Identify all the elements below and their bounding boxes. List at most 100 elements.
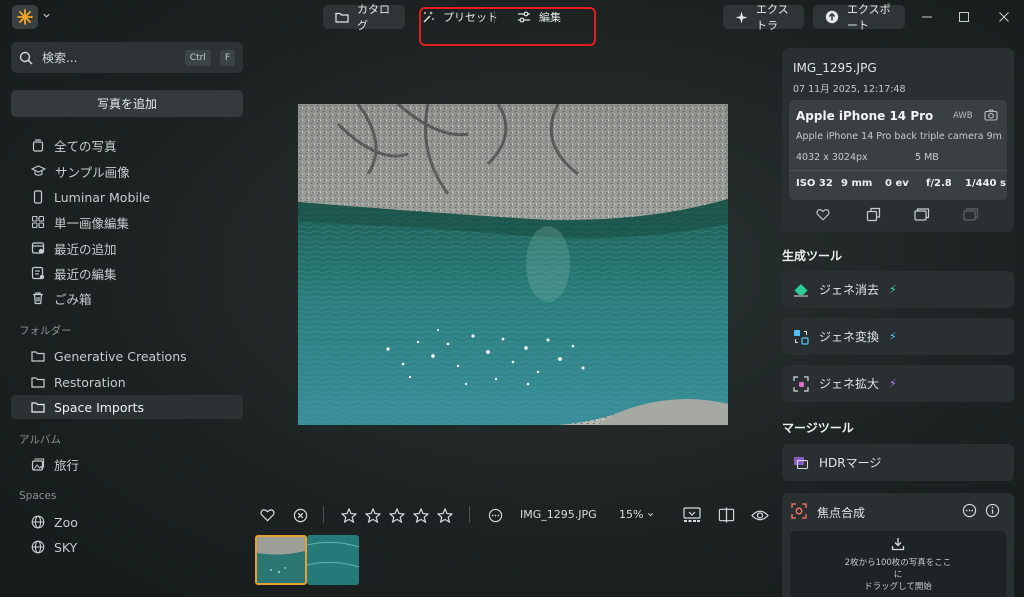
sidebar-item-all-photos[interactable]: 全ての写真 (11, 133, 243, 157)
highlight-annotation (419, 7, 596, 46)
exif-divider (789, 170, 1007, 171)
upload-circle-icon (825, 10, 839, 24)
sidebar-folder-space-imports[interactable]: Space Imports (11, 395, 243, 419)
rating-star-3-icon[interactable] (387, 505, 407, 525)
search-placeholder[interactable]: 検索... (42, 49, 176, 66)
sidebar-item-label: 全ての写真 (54, 138, 117, 154)
shortcut-ctrl: Ctrl (184, 49, 211, 66)
sparkle-icon (735, 10, 748, 24)
thumbnail-image (307, 535, 359, 585)
generative-tools-title: 生成ツール (782, 249, 843, 263)
sidebar-folder-generative-creations[interactable]: Generative Creations (11, 344, 243, 368)
globe-icon (31, 515, 45, 529)
photos-icon (31, 138, 45, 152)
folder-icon (335, 11, 349, 23)
sidebar-space-sky[interactable]: SKY (11, 535, 243, 559)
main-photo[interactable] (298, 104, 728, 425)
zoom-value: 15% (619, 508, 644, 521)
minimize-icon[interactable] (918, 8, 936, 26)
more-options-icon[interactable] (962, 503, 977, 518)
favorite-heart-icon[interactable] (257, 505, 277, 525)
rating-star-5-icon[interactable] (435, 505, 455, 525)
sidebar-item-label: Zoo (54, 514, 78, 530)
sidebar-item-recently-edited[interactable]: 最近の編集 (11, 261, 243, 285)
search-icon (19, 51, 33, 65)
eye-preview-icon[interactable] (750, 505, 770, 525)
sidebar-item-single-image-edits[interactable]: 単一画像編集 (11, 210, 243, 234)
photo-image (298, 104, 728, 425)
gen-swap-label: ジェネ変換 (819, 330, 880, 344)
duplicate-icon[interactable] (866, 207, 881, 222)
bolt-icon: ⚡ (889, 330, 897, 343)
info-icon[interactable] (985, 503, 1000, 518)
sidebar-item-label: SKY (54, 539, 78, 555)
more-options-icon[interactable] (485, 505, 505, 525)
drop-zone[interactable]: 2枚から100枚の写真をここ に ドラッグして開始 (790, 531, 1006, 597)
sidebar-album-travel[interactable]: 旅行 (11, 452, 243, 476)
gen-erase-label: ジェネ消去 (819, 283, 880, 297)
zoom-dropdown[interactable]: 15% (619, 508, 654, 521)
grid-icon (31, 215, 45, 229)
chevron-down-icon[interactable] (42, 11, 51, 20)
maximize-icon[interactable] (955, 8, 973, 26)
filmstrip-toggle-icon[interactable] (682, 505, 702, 525)
rating-star-2-icon[interactable] (363, 505, 383, 525)
sidebar-item-label: サンプル画像 (55, 164, 130, 180)
rating-star-4-icon[interactable] (411, 505, 431, 525)
spaces-section-label: Spaces (19, 490, 57, 502)
add-photos-button[interactable]: 写真を追加 (11, 90, 243, 117)
filmstrip-thumbnail[interactable] (255, 535, 307, 585)
albums-section-label: アルバム (19, 434, 61, 446)
gen-expand-button[interactable]: ジェネ拡大 ⚡ (782, 365, 1014, 402)
toolbar-divider (469, 506, 470, 523)
sidebar-item-label: ごみ箱 (54, 291, 92, 307)
extras-button[interactable]: エクストラ (723, 3, 804, 32)
sidebar-item-recently-added[interactable]: 最近の追加 (11, 236, 243, 260)
info-filename: IMG_1295.JPG (793, 61, 877, 75)
focus-target-icon (791, 503, 807, 519)
export-button[interactable]: エクスポート (813, 3, 905, 32)
info-heart-icon[interactable] (816, 208, 830, 221)
viewer-filename: IMG_1295.JPG (520, 508, 597, 521)
sunburst-logo-icon (17, 9, 33, 25)
sidebar-item-luminar-mobile[interactable]: Luminar Mobile (11, 185, 243, 209)
filmstrip-thumbnail[interactable] (307, 535, 359, 585)
expand-icon (793, 375, 809, 392)
sidebar-item-sample-images[interactable]: サンプル画像 (11, 159, 243, 183)
recent-edited-icon (31, 266, 45, 280)
export-label: エクスポート (847, 3, 891, 32)
trash-icon (31, 291, 45, 305)
shortcut-key: F (219, 49, 235, 66)
search-field[interactable]: 検索... Ctrl F (11, 42, 243, 73)
chevron-down-icon (647, 511, 654, 518)
toolbar-divider (323, 506, 324, 523)
sidebar-item-trash[interactable]: ごみ箱 (11, 286, 243, 310)
focal-length: 9 mm (841, 178, 873, 189)
download-tray-icon (891, 537, 905, 551)
reject-icon[interactable] (290, 505, 310, 525)
rating-star-1-icon[interactable] (339, 505, 359, 525)
gen-erase-button[interactable]: ジェネ消去 ⚡ (782, 271, 1014, 308)
app-logo-button[interactable] (12, 5, 38, 29)
hdr-merge-button[interactable]: HDRマージ (782, 444, 1014, 481)
sidebar-space-zoo[interactable]: Zoo (11, 510, 243, 534)
white-balance: AWB (953, 111, 973, 121)
thumbnail-image (257, 537, 305, 583)
hdr-merge-label: HDRマージ (819, 456, 882, 470)
sidebar-folder-restoration[interactable]: Restoration (11, 370, 243, 394)
unstack-icon (963, 207, 979, 221)
catalog-button[interactable]: カタログ (323, 3, 405, 32)
camera-icon (984, 109, 998, 121)
lens-info: Apple iPhone 14 Pro back triple camera 9… (796, 131, 1002, 142)
album-icon (31, 457, 45, 471)
swap-icon (793, 329, 809, 345)
folder-icon (31, 401, 45, 413)
close-icon[interactable] (995, 8, 1013, 26)
sidebar-item-label: 最近の追加 (54, 241, 117, 257)
compare-split-icon[interactable] (716, 505, 736, 525)
folders-section-label: フォルダー (19, 325, 72, 337)
exif-panel: Apple iPhone 14 Pro AWB Apple iPhone 14 … (789, 100, 1007, 200)
stack-icon[interactable] (914, 207, 930, 221)
folder-icon (31, 350, 45, 362)
gen-swap-button[interactable]: ジェネ変換 ⚡ (782, 318, 1014, 355)
